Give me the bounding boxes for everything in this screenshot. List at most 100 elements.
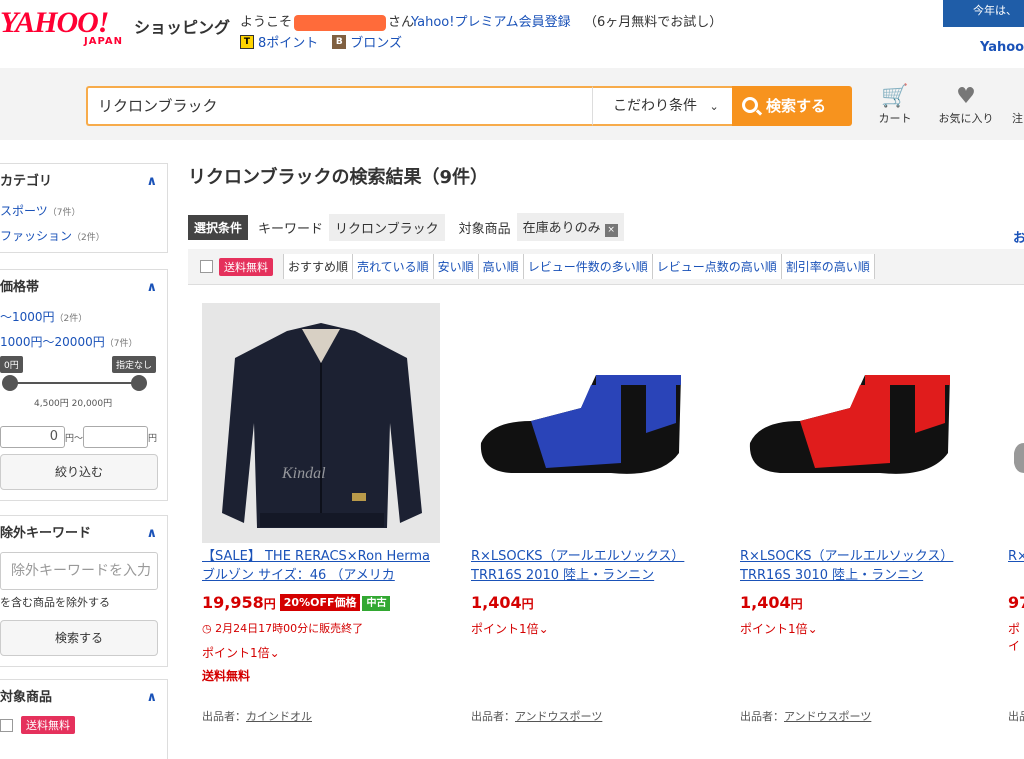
product-price: 1,404円 — [471, 593, 711, 612]
exclude-search-button[interactable]: 検索する — [0, 620, 158, 656]
close-icon[interactable]: × — [604, 224, 618, 237]
chevron-down-icon: ⌄ — [269, 646, 280, 660]
product-name[interactable]: 【SALE】 THE RERACS×Ron Herma ブルゾン サイズ：46 … — [202, 547, 442, 585]
points-rate[interactable]: ポイント1倍⌄ — [202, 644, 442, 661]
free-shipping-checkbox[interactable] — [200, 260, 213, 273]
promo-banner[interactable]: 今年は、 — [943, 0, 1024, 27]
conditions-label: 選択条件 — [188, 214, 249, 240]
bronze-rank-icon: B — [332, 34, 347, 49]
product-image[interactable] — [1008, 303, 1024, 543]
seller-info: 出品者：アンドウスポーツ — [740, 708, 871, 724]
sock-image — [480, 375, 681, 474]
category-header[interactable]: カテゴリ ∧ — [0, 164, 167, 200]
watermark-text: Kindal — [281, 465, 326, 482]
yahoo-top-link[interactable]: Yahoo — [980, 40, 1024, 55]
conditions-dropdown[interactable]: こだわり条件 ⌄ — [592, 86, 732, 126]
product-name[interactable]: R×LSOCKS（アールエルソックス） TRR16S 3010 陸上・ランニン — [740, 547, 980, 585]
sort-bar: 送料無料 おすすめ順 売れている順 安い順 高い順 レビュー件数の多い順 レビュ… — [188, 249, 1024, 285]
search-input[interactable]: リクロンブラック — [86, 86, 594, 126]
category-panel: カテゴリ ∧ スポーツ（7件） ファッション（2件） — [0, 163, 168, 253]
seller-link[interactable]: カインドオル — [246, 710, 312, 723]
narrow-button[interactable]: 絞り込む — [0, 454, 158, 490]
price-range-item[interactable]: ～1000円（2件） — [0, 306, 167, 331]
sort-option-recommended[interactable]: おすすめ順 — [283, 254, 354, 279]
order-icon — [1012, 84, 1024, 110]
target-header[interactable]: 対象商品 ∧ — [0, 680, 167, 716]
slider-track[interactable] — [10, 382, 140, 384]
price-unit-end: 円 — [148, 433, 158, 444]
favorites-button[interactable]: ♥ お気に入り — [934, 84, 998, 126]
price-range-item[interactable]: 1000円～20000円（7件） — [0, 331, 167, 356]
slider-max-handle[interactable] — [131, 375, 147, 391]
cart-button[interactable]: 🛒 カート — [870, 84, 920, 126]
points-text: ポイント1倍 — [471, 622, 539, 636]
sock-image — [749, 375, 950, 474]
welcome-message: ようこそ さん — [240, 11, 414, 31]
sort-option-review-score[interactable]: レビュー点数の高い順 — [652, 254, 782, 279]
target-tag[interactable]: 在庫ありのみ × — [516, 213, 624, 241]
sort-option-cheap[interactable]: 安い順 — [433, 254, 479, 279]
chevron-up-icon: ∧ — [146, 174, 157, 189]
product-image[interactable] — [740, 303, 978, 543]
keyword-tag[interactable]: リクロンブラック — [329, 213, 445, 241]
price-header[interactable]: 価格帯 ∧ — [0, 270, 167, 306]
seller-label: 出品者： — [471, 710, 515, 723]
sidebar: カテゴリ ∧ スポーツ（7件） ファッション（2件） 価格帯 ∧ ～1000円（2件… — [0, 163, 168, 759]
price-unit-mid: 円～ — [65, 433, 84, 444]
sort-option-discount[interactable]: 割引率の高い順 — [781, 254, 875, 279]
product-card[interactable]: Kindal 【SALE】 THE RERACS×Ron Herma ブルゾン … — [202, 303, 442, 684]
category-count: （2件） — [72, 233, 105, 243]
yahoo-logo[interactable]: YAHOO! JAPAN — [0, 8, 132, 48]
rank-link[interactable]: ブロンズ — [350, 32, 402, 51]
search-button[interactable]: 検索する — [732, 86, 852, 126]
right-link[interactable]: お — [1013, 227, 1024, 246]
slider-min-handle[interactable] — [2, 375, 18, 391]
sock-color-band — [531, 385, 621, 468]
cart-label: カート — [878, 112, 912, 125]
exclude-keyword-input[interactable]: 除外キーワードを入力 — [0, 552, 158, 590]
logo-text: YAHOO! — [0, 6, 109, 39]
price-max-input[interactable] — [83, 426, 149, 448]
product-name[interactable]: R×LSOCKS（アールエルソックス） TRR16S 2010 陸上・ランニン — [471, 547, 711, 585]
chevron-down-icon: ⌄ — [709, 100, 719, 113]
exclude-header[interactable]: 除外キーワード ∧ — [0, 516, 167, 552]
product-card[interactable]: R× 97 ポイ — [1008, 303, 1024, 654]
price-range-count: （2件） — [54, 314, 88, 324]
points-rate[interactable]: ポイント1倍⌄ — [740, 620, 980, 637]
target-free-shipping-option[interactable]: 送料無料 — [0, 716, 167, 734]
premium-signup-link[interactable]: Yahoo!プレミアム会員登録 — [411, 11, 571, 30]
seller-link[interactable]: アンドウスポーツ — [515, 710, 602, 723]
points-rate[interactable]: ポイント1倍⌄ — [471, 620, 711, 637]
seller-info: 出品 — [1008, 710, 1024, 723]
category-item-fashion[interactable]: ファッション（2件） — [0, 225, 167, 250]
seller-label: 出品者： — [202, 710, 246, 723]
product-card[interactable]: R×LSOCKS（アールエルソックス） TRR16S 3010 陸上・ランニン … — [740, 303, 980, 637]
price-value: 1,404 — [740, 593, 791, 612]
seller-info: 出品者：カインドオル — [202, 708, 312, 724]
seller-link[interactable]: アンドウスポーツ — [784, 710, 871, 723]
seller-info: 出品者：アンドウスポーツ — [471, 708, 602, 724]
product-name[interactable]: R× — [1008, 547, 1024, 585]
product-image[interactable] — [471, 303, 709, 543]
category-label: スポーツ — [0, 204, 48, 218]
points-link[interactable]: 8ポイント — [258, 32, 318, 51]
service-name[interactable]: ショッピング — [134, 14, 230, 38]
chevron-down-icon: ⌄ — [807, 622, 818, 636]
sort-option-popular[interactable]: 売れている順 — [353, 254, 434, 279]
results-main: リクロンブラックの検索結果（9件） 選択条件 キーワード リクロンブラック 対象… — [188, 163, 1024, 723]
checkbox[interactable] — [0, 718, 13, 732]
seller-label: 出品者： — [740, 710, 784, 723]
price-unit: 円 — [521, 597, 534, 611]
extra-nav-button[interactable]: 注 — [1012, 84, 1024, 126]
sort-option-review-count[interactable]: レビュー件数の多い順 — [523, 254, 653, 279]
price-min-input[interactable]: 0 — [0, 426, 65, 448]
product-image[interactable]: Kindal — [202, 303, 440, 543]
category-item-sports[interactable]: スポーツ（7件） — [0, 200, 167, 225]
price-panel: 価格帯 ∧ ～1000円（2件） 1000円～20000円（7件） 0円 指定なし… — [0, 269, 168, 501]
chevron-up-icon: ∧ — [146, 280, 157, 295]
sort-option-expensive[interactable]: 高い順 — [478, 254, 524, 279]
product-card[interactable]: R×LSOCKS（アールエルソックス） TRR16S 2010 陸上・ランニン … — [471, 303, 711, 637]
points-rate[interactable]: ポイ — [1008, 620, 1024, 654]
price-value: 19,958 — [202, 593, 264, 612]
chevron-up-icon: ∧ — [146, 690, 157, 705]
